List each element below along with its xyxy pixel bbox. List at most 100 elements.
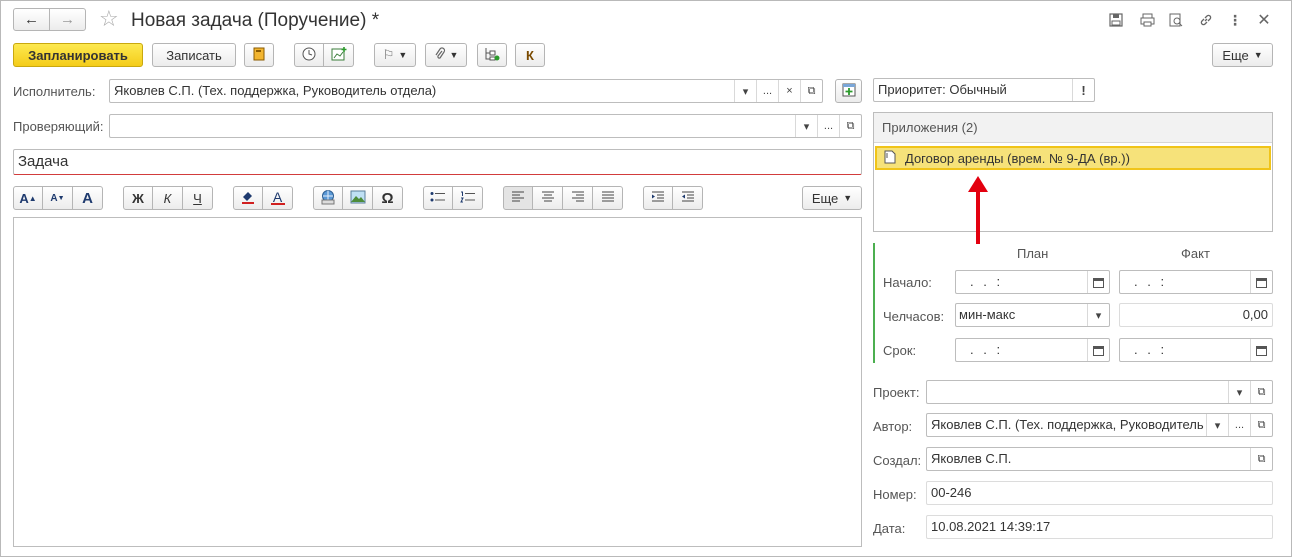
underline-button[interactable]: Ч — [183, 186, 213, 210]
bulleted-list-button[interactable] — [423, 186, 453, 210]
checker-open-icon[interactable]: ⧉ — [839, 115, 861, 137]
attach-dropdown-button[interactable]: ▼ — [425, 43, 467, 67]
image-icon — [350, 190, 366, 207]
calendar-icon[interactable] — [1087, 339, 1109, 361]
deadline-fact-field[interactable]: . . : — [1119, 338, 1273, 362]
author-value: Яковлев С.П. (Тех. поддержка, Руководите… — [931, 417, 1204, 432]
author-label: Автор: — [873, 419, 913, 434]
favorite-star-icon[interactable]: ☆ — [99, 6, 119, 32]
checker-field[interactable]: ▾ ... ⧉ — [109, 114, 862, 138]
deadline-plan-mask: . . : — [970, 342, 1004, 357]
hours-label: Челчасов: — [883, 309, 945, 324]
indent-increase-button[interactable] — [643, 186, 673, 210]
project-field[interactable]: ▾ ⧉ — [926, 380, 1273, 404]
checker-dropdown-button[interactable]: ▾ — [795, 115, 817, 137]
forward-button[interactable]: → — [49, 8, 86, 31]
start-plan-field[interactable]: . . : — [955, 270, 1110, 294]
more-label: Еще — [1222, 47, 1249, 63]
align-left-button[interactable] — [503, 186, 533, 210]
bold-button[interactable]: Ж — [123, 186, 153, 210]
font-style-button[interactable]: A — [73, 186, 103, 210]
author-field[interactable]: Яковлев С.П. (Тех. поддержка, Руководите… — [926, 413, 1273, 437]
font-decrease-button[interactable]: A ▼ — [43, 186, 73, 210]
priority-mark[interactable]: ! — [1072, 79, 1094, 101]
reminder-button[interactable] — [294, 43, 324, 67]
checker-value — [110, 115, 795, 137]
author-open-icon[interactable]: ⧉ — [1250, 414, 1272, 436]
numbered-list-icon — [459, 191, 476, 206]
bullet-list-icon — [430, 191, 446, 206]
align-left-icon — [511, 191, 525, 206]
tree-add-icon — [484, 47, 500, 64]
author-select-button[interactable]: ... — [1228, 414, 1250, 436]
project-label: Проект: — [873, 385, 920, 400]
priority-value: Приоритет: Обычный — [878, 82, 1007, 97]
chevron-down-icon: ▼ — [1253, 50, 1263, 60]
document-icon — [884, 150, 896, 167]
deadline-plan-field[interactable]: . . : — [955, 338, 1110, 362]
globe-link-icon — [320, 189, 336, 208]
task-subject-input[interactable]: Задача — [13, 149, 862, 175]
number-field: 00-246 — [926, 481, 1273, 505]
insert-symbol-button[interactable]: Ω — [373, 186, 403, 210]
executor-field[interactable]: Яковлев С.П. (Тех. поддержка, Руководите… — [109, 79, 823, 103]
more-button[interactable]: Еще ▼ — [1212, 43, 1273, 67]
close-icon[interactable]: ✕ — [1254, 10, 1274, 30]
font-increase-button[interactable]: A ▲ — [13, 186, 43, 210]
plan-button[interactable]: Запланировать — [13, 43, 143, 67]
paint-bucket-icon — [240, 189, 256, 208]
executor-dropdown-button[interactable]: ▾ — [734, 80, 756, 102]
hours-dropdown-button[interactable]: ▾ — [1087, 304, 1109, 326]
align-justify-button[interactable] — [593, 186, 623, 210]
add-executor-button[interactable] — [835, 79, 862, 103]
executor-select-button[interactable]: ... — [756, 80, 778, 102]
create-subtask-button[interactable] — [324, 43, 354, 67]
preview-icon[interactable] — [1166, 10, 1186, 30]
executor-open-icon[interactable]: ⧉ — [800, 80, 822, 102]
indent-decrease-button[interactable] — [673, 186, 703, 210]
align-right-button[interactable] — [563, 186, 593, 210]
hours-plan-field[interactable]: мин-макс ▾ — [955, 303, 1110, 327]
background-color-button[interactable] — [233, 186, 263, 210]
back-button[interactable]: ← — [13, 8, 50, 31]
align-center-button[interactable] — [533, 186, 563, 210]
text-color-button[interactable]: A — [263, 186, 293, 210]
date-value: 10.08.2021 14:39:17 — [931, 519, 1051, 534]
add-chart-icon — [331, 46, 347, 64]
clock-icon — [302, 47, 316, 64]
created-open-icon[interactable]: ⧉ — [1250, 448, 1272, 470]
start-fact-field[interactable]: . . : — [1119, 270, 1273, 294]
structure-button[interactable] — [477, 43, 507, 67]
number-label: Номер: — [873, 487, 917, 502]
link-icon[interactable] — [1196, 10, 1216, 30]
save-button[interactable]: Записать — [152, 43, 236, 67]
insert-link-button[interactable] — [313, 186, 343, 210]
calendar-icon[interactable] — [1087, 271, 1109, 293]
attachment-item[interactable]: Договор аренды (врем. № 9-ДА (вр.)) — [875, 146, 1271, 170]
priority-field[interactable]: Приоритет: Обычный ! — [873, 78, 1095, 102]
journal-button[interactable] — [244, 43, 274, 67]
numbered-list-button[interactable] — [453, 186, 483, 210]
more-vertical-icon[interactable]: ⋮ — [1225, 10, 1245, 30]
executor-label: Исполнитель: — [13, 84, 96, 99]
calendar-icon[interactable] — [1250, 339, 1272, 361]
k-button[interactable]: К — [515, 43, 545, 67]
author-dropdown-button[interactable]: ▾ — [1206, 414, 1228, 436]
number-value: 00-246 — [931, 485, 972, 500]
save-disk-icon[interactable] — [1106, 10, 1126, 30]
attachments-header: Приложения (2) — [874, 113, 1272, 143]
text-color-letter: A — [272, 189, 283, 205]
calendar-icon[interactable] — [1250, 271, 1272, 293]
insert-image-button[interactable] — [343, 186, 373, 210]
format-more-button[interactable]: Еще ▼ — [802, 186, 862, 210]
date-label: Дата: — [873, 521, 906, 536]
project-dropdown-button[interactable]: ▾ — [1228, 381, 1250, 403]
task-description-editor[interactable] — [13, 217, 862, 547]
hours-fact-value: 0,00 — [1242, 307, 1268, 322]
executor-clear-button[interactable]: × — [778, 80, 800, 102]
print-icon[interactable] — [1137, 10, 1157, 30]
flag-dropdown-button[interactable]: ⚐ ▼ — [374, 43, 416, 67]
checker-select-button[interactable]: ... — [817, 115, 839, 137]
project-open-icon[interactable]: ⧉ — [1250, 381, 1272, 403]
italic-button[interactable]: К — [153, 186, 183, 210]
